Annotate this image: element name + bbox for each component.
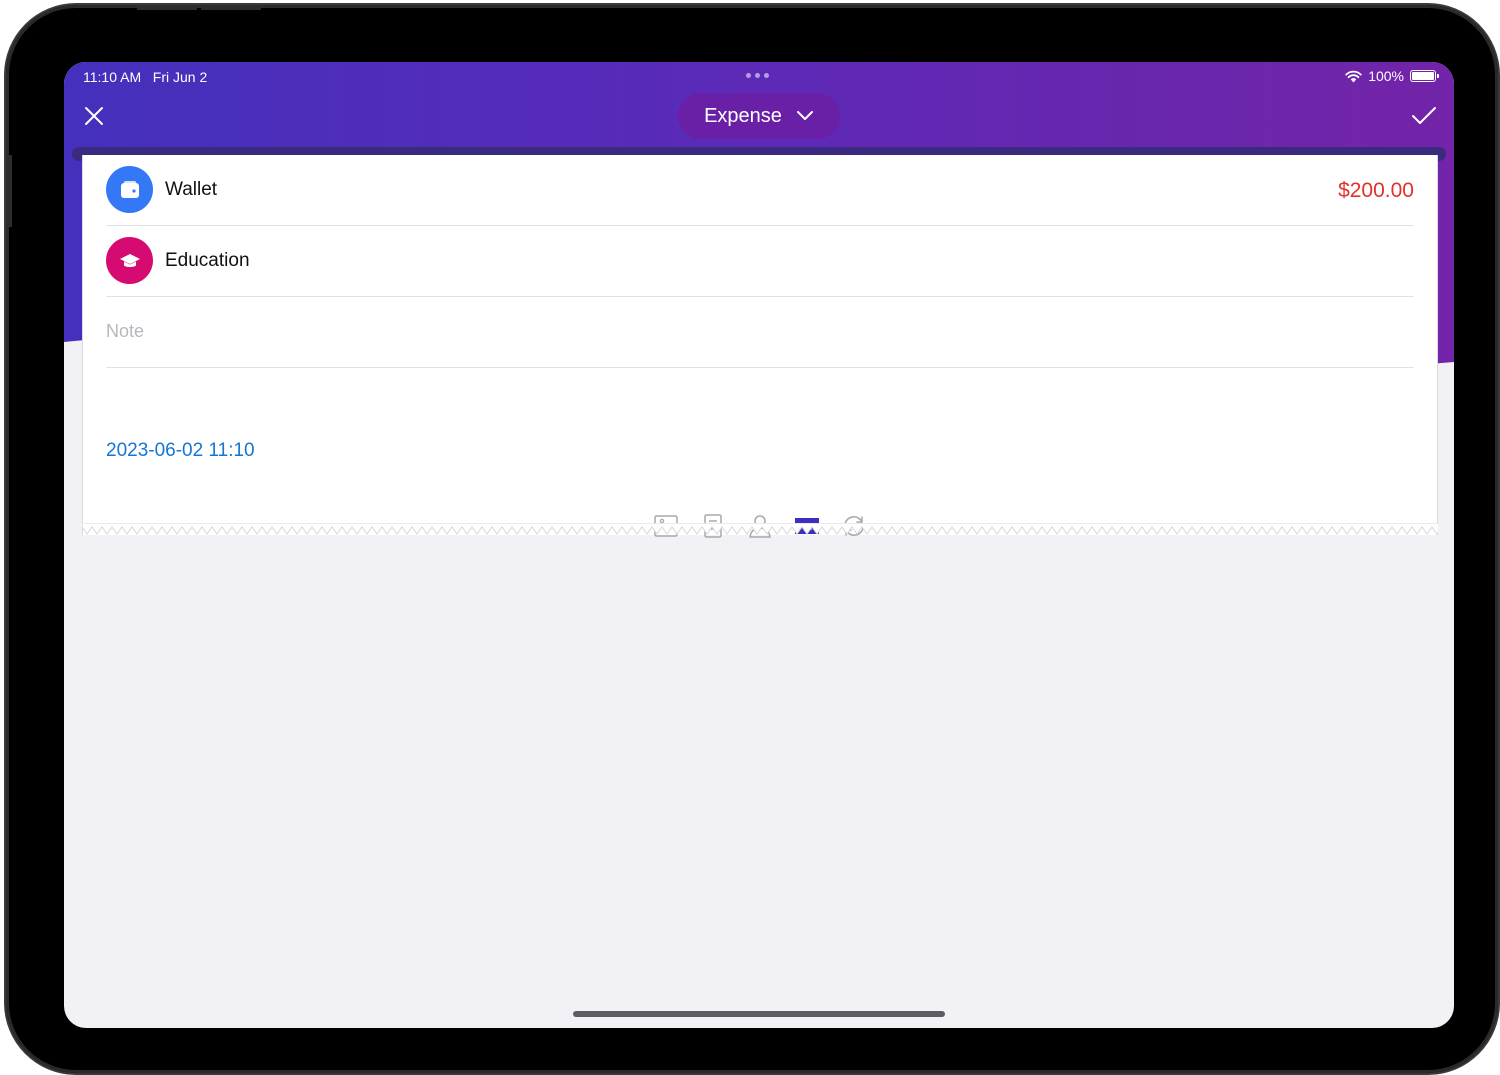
battery-percent: 100%: [1368, 68, 1404, 84]
status-bar: 11:10 AM Fri Jun 2 100%: [64, 62, 1454, 90]
wallet-icon: [106, 166, 153, 213]
home-indicator: [573, 1011, 945, 1017]
hardware-button-side: [6, 155, 12, 227]
category-label: Education: [165, 250, 250, 271]
checkmark-icon[interactable]: [1410, 104, 1438, 128]
transaction-type-dropdown[interactable]: Expense: [678, 93, 840, 139]
account-label: Wallet: [165, 179, 218, 200]
app-screen: 11:10 AM Fri Jun 2 100% Expense Wallet $…: [64, 62, 1454, 1028]
close-icon[interactable]: [82, 104, 106, 128]
transaction-card: Wallet $200.00 Education Note 2023-06-02…: [82, 155, 1438, 538]
category-row[interactable]: Education: [106, 226, 1414, 297]
receipt-torn-edge: [82, 523, 1438, 535]
chevron-down-icon: [796, 111, 813, 120]
multitasking-dots[interactable]: [746, 73, 769, 78]
status-time: 11:10 AM Fri Jun 2: [83, 69, 208, 85]
account-row[interactable]: Wallet $200.00: [106, 155, 1414, 226]
status-right: 100%: [1345, 68, 1439, 84]
transaction-type-label: Expense: [704, 104, 782, 127]
hardware-button-top-2: [201, 5, 261, 10]
wifi-icon: [1345, 70, 1362, 82]
datetime-picker[interactable]: 2023-06-02 11:10: [106, 440, 255, 462]
battery-icon: [1410, 70, 1439, 82]
hardware-button-top-1: [137, 5, 197, 10]
amount-value[interactable]: $200.00: [1338, 179, 1414, 203]
note-placeholder: Note: [106, 321, 145, 341]
graduation-cap-icon: [106, 237, 153, 284]
ipad-frame: 11:10 AM Fri Jun 2 100% Expense Wallet $…: [6, 5, 1498, 1073]
note-field[interactable]: Note: [106, 297, 1414, 368]
